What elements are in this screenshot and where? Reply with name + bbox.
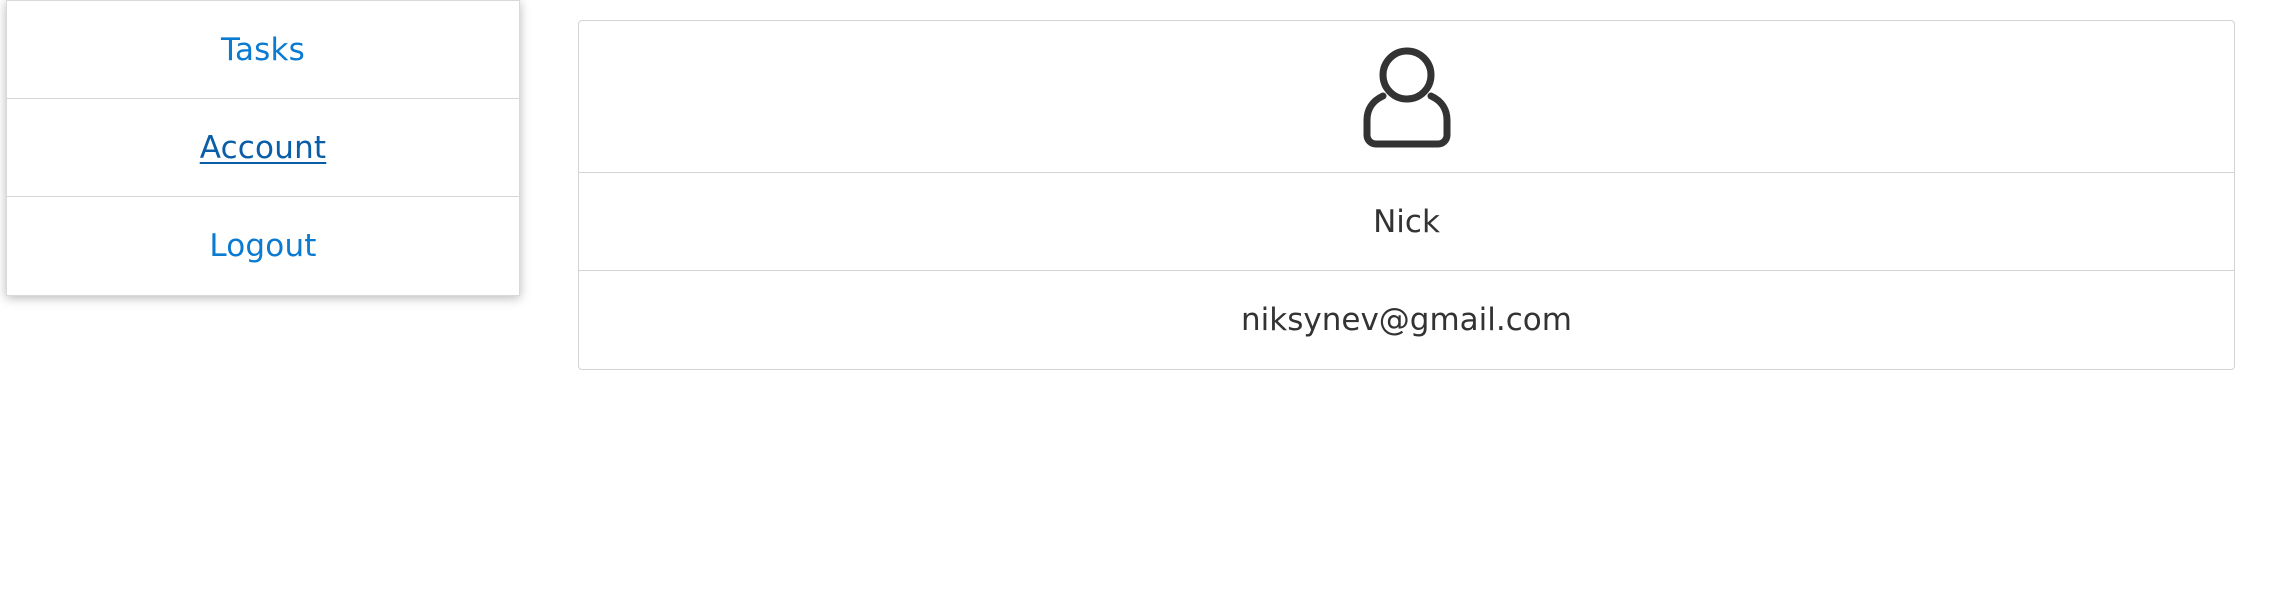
profile-email: niksynev@gmail.com: [1241, 302, 1572, 338]
account-link[interactable]: Account: [200, 130, 327, 166]
user-icon: [1363, 47, 1450, 147]
sidebar-menu: Tasks Account Logout: [6, 0, 520, 296]
sidebar-item-logout[interactable]: Logout: [7, 197, 519, 295]
sidebar-item-account[interactable]: Account: [7, 99, 519, 197]
profile-name-row: Nick: [579, 173, 2234, 271]
profile-name: Nick: [1373, 203, 1440, 240]
sidebar-item-tasks[interactable]: Tasks: [7, 1, 519, 99]
logout-link[interactable]: Logout: [209, 228, 316, 264]
tasks-link[interactable]: Tasks: [221, 32, 305, 68]
profile-email-row: niksynev@gmail.com: [579, 271, 2234, 369]
avatar-row: [579, 21, 2234, 173]
profile-card: Nick niksynev@gmail.com: [578, 20, 2235, 370]
